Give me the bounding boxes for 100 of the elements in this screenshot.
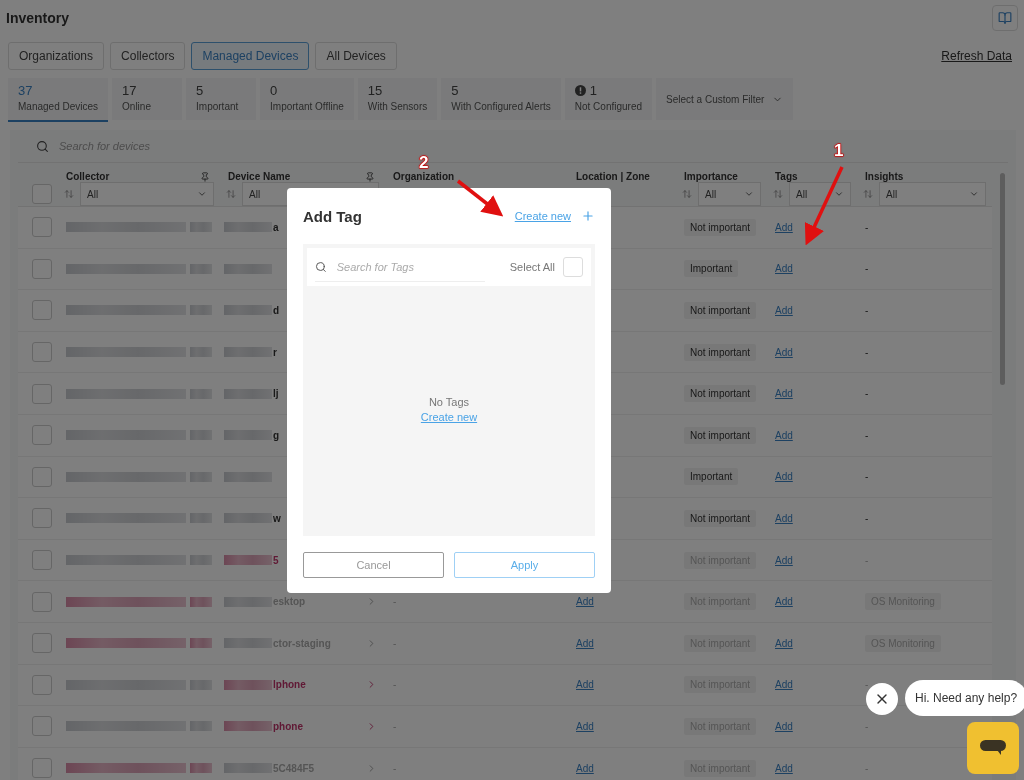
custom-filter-select[interactable]: Select a Custom Filter (656, 78, 794, 120)
annotation-arrow (456, 179, 504, 217)
tab[interactable]: Organizations (8, 42, 105, 70)
add-tag-link[interactable]: Add (775, 637, 793, 649)
stat-filter[interactable]: 0 Important Offline (260, 78, 354, 120)
scrollbar-thumb[interactable] (1000, 173, 1005, 385)
page-title: Inventory (6, 10, 69, 26)
row-checkbox[interactable] (32, 508, 52, 529)
add-tag-link[interactable]: Add (775, 305, 793, 316)
row-checkbox[interactable] (32, 591, 52, 612)
select-all-checkbox[interactable] (563, 257, 583, 277)
chat-button[interactable] (967, 722, 1019, 774)
plus-icon[interactable] (581, 209, 595, 223)
filter-select[interactable]: All (789, 182, 851, 206)
sort-icon[interactable] (226, 189, 236, 199)
stat-label: With Sensors (367, 101, 428, 112)
add-location-link[interactable]: Add (576, 637, 594, 649)
row-checkbox[interactable] (32, 258, 52, 279)
sort-icon[interactable] (64, 189, 74, 199)
stat-value: 5 (451, 83, 459, 98)
add-tag-link[interactable]: Add (775, 429, 793, 441)
add-tag-link[interactable]: Add (775, 512, 793, 524)
filter-select[interactable]: All (879, 182, 986, 206)
insights-cell: - (865, 346, 869, 358)
add-tag-link[interactable]: Add (775, 596, 793, 608)
add-tag-link[interactable]: Add (775, 720, 793, 732)
importance-badge: Important (684, 260, 739, 278)
stat-filter[interactable]: 37 Managed Devices (8, 78, 109, 122)
stat-filter[interactable]: 5 With Configured Alerts (441, 78, 561, 120)
add-tag-link[interactable]: Add (775, 762, 793, 774)
add-tag-link[interactable]: Add (775, 346, 793, 358)
chevron-down-icon (969, 189, 979, 199)
add-tag-link[interactable]: Add (775, 388, 793, 400)
redacted-block (190, 679, 212, 690)
importance-badge: Not important (684, 426, 757, 444)
column-header: Collector (66, 171, 110, 182)
row-checkbox[interactable] (32, 466, 52, 487)
chat-greeting: Hi. Need any help? (905, 680, 1024, 716)
stat-label: Online (122, 101, 152, 112)
create-new-link[interactable]: Create new (420, 410, 478, 423)
device-name[interactable]: lphone (273, 679, 365, 691)
row-checkbox[interactable] (32, 550, 52, 571)
stat-filter[interactable]: 1 Not Configured (564, 78, 653, 120)
pin-icon[interactable] (365, 171, 375, 182)
importance-badge: Not important (684, 218, 757, 236)
row-checkbox[interactable] (32, 342, 52, 363)
add-location-link[interactable]: Add (576, 679, 594, 691)
select-all-checkbox[interactable] (32, 184, 52, 204)
insights-cell: - (865, 305, 869, 316)
stat-filter[interactable]: 5 Important (186, 78, 257, 120)
add-tag-link[interactable]: Add (775, 263, 793, 275)
importance-badge: Not important (684, 302, 757, 319)
add-location-link[interactable]: Add (576, 596, 594, 608)
stat-filter[interactable]: 15 With Sensors (357, 78, 438, 120)
stat-value: 1 (589, 83, 597, 98)
cancel-button[interactable]: Cancel (303, 552, 444, 578)
redacted-block (190, 555, 212, 566)
row-checkbox[interactable] (32, 758, 52, 778)
add-tag-link[interactable]: Add (775, 679, 793, 691)
add-tag-link[interactable]: Add (775, 554, 793, 566)
create-new-link[interactable]: Create new (514, 210, 571, 222)
redacted-block (190, 305, 212, 316)
pin-icon[interactable] (200, 171, 210, 182)
row-checkbox[interactable] (32, 674, 52, 695)
search-icon (36, 139, 49, 153)
organization-cell: - (393, 637, 397, 649)
annotation-number: 1 (834, 141, 844, 161)
insights-cell: - (865, 221, 869, 233)
stat-filter[interactable]: 17 Online (112, 78, 183, 120)
add-location-link[interactable]: Add (576, 762, 594, 774)
sort-icon[interactable] (682, 189, 692, 199)
organization-cell: - (393, 720, 397, 732)
add-tag-link[interactable]: Add (775, 221, 793, 233)
row-checkbox[interactable] (32, 633, 52, 654)
insights-cell: - (865, 679, 869, 691)
book-icon-button[interactable] (992, 5, 1018, 31)
insights-cell: - (865, 471, 869, 483)
refresh-link[interactable]: Refresh Data (941, 49, 1012, 63)
sort-icon[interactable] (863, 189, 873, 199)
redacted-block (190, 430, 212, 441)
redacted-block (190, 222, 212, 233)
column-header: Device Name (228, 171, 291, 182)
row-checkbox[interactable] (32, 383, 52, 404)
row-checkbox[interactable] (32, 300, 52, 321)
tab[interactable]: Managed Devices (191, 42, 310, 70)
add-location-link[interactable]: Add (576, 720, 594, 732)
stat-value: 5 (196, 83, 204, 98)
sort-icon[interactable] (773, 189, 783, 199)
insights-cell: - (865, 263, 869, 275)
row-checkbox[interactable] (32, 425, 52, 446)
filter-select[interactable]: All (80, 182, 214, 206)
insights-cell: - (865, 429, 869, 441)
apply-button[interactable]: Apply (454, 552, 595, 578)
filter-select[interactable]: All (698, 182, 761, 206)
row-checkbox[interactable] (32, 716, 52, 737)
row-checkbox[interactable] (32, 217, 52, 238)
device-name[interactable]: phone (273, 720, 365, 732)
tab[interactable]: Collectors (110, 42, 186, 70)
add-tag-link[interactable]: Add (775, 471, 793, 483)
tab[interactable]: All Devices (315, 42, 397, 70)
